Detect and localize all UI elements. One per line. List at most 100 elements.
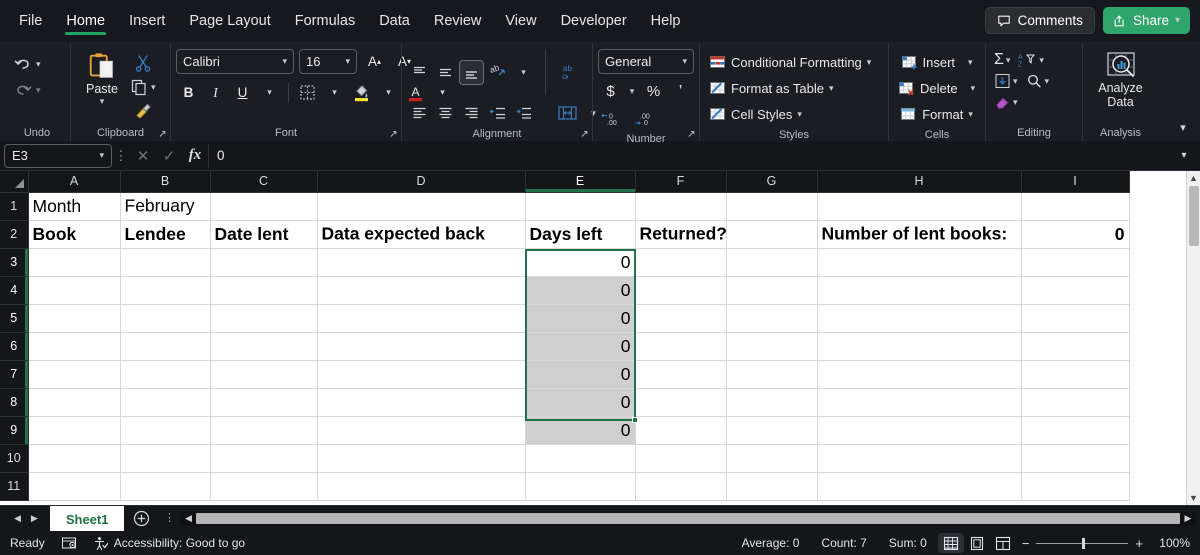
- font-size-input[interactable]: 16 ▾: [299, 49, 357, 74]
- column-header-e[interactable]: E: [525, 171, 636, 193]
- cell-a7[interactable]: [28, 360, 121, 389]
- cell-e11[interactable]: [525, 472, 636, 501]
- accounting-format-button[interactable]: $: [598, 79, 623, 104]
- cell-b9[interactable]: [120, 416, 211, 445]
- redo-button[interactable]: ▾: [9, 79, 45, 101]
- cell-e7[interactable]: 0: [525, 360, 636, 389]
- bold-button[interactable]: B: [176, 80, 201, 105]
- cell-f1[interactable]: [635, 192, 727, 221]
- cell-e6[interactable]: 0: [525, 332, 636, 361]
- scroll-up-arrow-icon[interactable]: ▲: [1189, 171, 1198, 185]
- cell-f2[interactable]: Returned?: [635, 220, 727, 249]
- cell-b10[interactable]: [120, 444, 211, 473]
- cell-c2[interactable]: Date lent: [210, 220, 318, 249]
- comma-format-button[interactable]: ’: [668, 79, 693, 104]
- fill-color-options-button[interactable]: ▾: [376, 80, 401, 105]
- column-header-b[interactable]: B: [120, 171, 211, 193]
- cell-h1[interactable]: [817, 192, 1022, 221]
- cell-c7[interactable]: [210, 360, 318, 389]
- percent-format-button[interactable]: %: [641, 79, 666, 104]
- fill-handle[interactable]: [632, 417, 638, 423]
- underline-button[interactable]: U: [230, 80, 255, 105]
- top-align-button[interactable]: [407, 60, 432, 85]
- tab-file[interactable]: File: [8, 2, 53, 40]
- column-header-a[interactable]: A: [28, 171, 121, 193]
- align-right-button[interactable]: [459, 101, 484, 126]
- underline-options-button[interactable]: ▾: [257, 80, 282, 105]
- column-header-h[interactable]: H: [817, 171, 1022, 193]
- row-header-7[interactable]: 7: [0, 360, 29, 389]
- cell-b11[interactable]: [120, 472, 211, 501]
- row-header-9[interactable]: 9: [0, 416, 29, 445]
- cell-e8[interactable]: 0: [525, 388, 636, 417]
- cell-a8[interactable]: [28, 388, 121, 417]
- tab-data[interactable]: Data: [368, 2, 421, 40]
- previous-sheet-arrow-icon[interactable]: ◀: [14, 513, 21, 524]
- cell-b5[interactable]: [120, 304, 211, 333]
- cell-e1[interactable]: [525, 192, 636, 221]
- row-header-3[interactable]: 3: [0, 248, 29, 277]
- cell-f6[interactable]: [635, 332, 727, 361]
- cell-h9[interactable]: [817, 416, 1022, 445]
- page-break-preview-button[interactable]: [990, 533, 1016, 553]
- accessibility-checker[interactable]: Accessibility: Good to go: [85, 536, 253, 551]
- cell-g10[interactable]: [726, 444, 818, 473]
- status-count[interactable]: Count: 7: [810, 536, 877, 550]
- cell-f4[interactable]: [635, 276, 727, 305]
- cell-f8[interactable]: [635, 388, 727, 417]
- zoom-percentage[interactable]: 100%: [1150, 536, 1192, 550]
- row-header-2[interactable]: 2: [0, 220, 29, 249]
- cell-i11[interactable]: [1021, 472, 1130, 501]
- cell-g8[interactable]: [726, 388, 818, 417]
- cell-c8[interactable]: [210, 388, 318, 417]
- cell-h10[interactable]: [817, 444, 1022, 473]
- cell-g6[interactable]: [726, 332, 818, 361]
- cell-a4[interactable]: [28, 276, 121, 305]
- row-header-5[interactable]: 5: [0, 304, 29, 333]
- middle-align-button[interactable]: [433, 60, 458, 85]
- page-layout-view-button[interactable]: [964, 533, 990, 553]
- cell-i1[interactable]: [1021, 192, 1130, 221]
- comments-button[interactable]: Comments: [984, 7, 1095, 34]
- cell-i8[interactable]: [1021, 388, 1130, 417]
- find-and-select-button[interactable]: ▾: [1023, 71, 1053, 91]
- cell-b4[interactable]: [120, 276, 211, 305]
- next-sheet-arrow-icon[interactable]: ▶: [31, 513, 38, 524]
- cell-g11[interactable]: [726, 472, 818, 501]
- formula-input[interactable]: 0: [208, 143, 1174, 168]
- cell-i5[interactable]: [1021, 304, 1130, 333]
- vertical-scroll-thumb[interactable]: [1188, 186, 1199, 246]
- confirm-entry-button[interactable]: ✓: [156, 144, 182, 168]
- cell-h3[interactable]: [817, 248, 1022, 277]
- name-box[interactable]: E3 ▾: [4, 143, 112, 168]
- orientation-options-button[interactable]: ▾: [511, 60, 536, 85]
- fill-color-button[interactable]: [349, 80, 374, 105]
- cell-a6[interactable]: [28, 332, 121, 361]
- cell-d10[interactable]: [317, 444, 526, 473]
- cell-h2[interactable]: Number of lent books:: [817, 220, 1022, 249]
- number-dialog-launcher[interactable]: ↗: [686, 129, 697, 140]
- cell-c4[interactable]: [210, 276, 318, 305]
- tab-home[interactable]: Home: [55, 2, 116, 40]
- zoom-slider[interactable]: [1036, 537, 1129, 549]
- scroll-left-arrow-icon[interactable]: ◀: [180, 513, 196, 524]
- horizontal-scroll-thumb[interactable]: [196, 513, 1180, 524]
- normal-view-button[interactable]: [937, 533, 964, 553]
- cell-e9[interactable]: 0: [525, 416, 636, 445]
- cell-e10[interactable]: [525, 444, 636, 473]
- cell-f3[interactable]: [635, 248, 727, 277]
- cell-i2[interactable]: 0: [1021, 220, 1130, 249]
- cell-b8[interactable]: [120, 388, 211, 417]
- cell-h8[interactable]: [817, 388, 1022, 417]
- cell-d8[interactable]: [317, 388, 526, 417]
- cell-c9[interactable]: [210, 416, 318, 445]
- cell-h5[interactable]: [817, 304, 1022, 333]
- cell-c6[interactable]: [210, 332, 318, 361]
- cell-c10[interactable]: [210, 444, 318, 473]
- cell-g7[interactable]: [726, 360, 818, 389]
- tab-page-layout[interactable]: Page Layout: [178, 2, 281, 40]
- cell-g3[interactable]: [726, 248, 818, 277]
- font-dialog-launcher[interactable]: ↗: [388, 129, 399, 140]
- share-button[interactable]: Share ▾: [1102, 7, 1190, 34]
- cell-i3[interactable]: [1021, 248, 1130, 277]
